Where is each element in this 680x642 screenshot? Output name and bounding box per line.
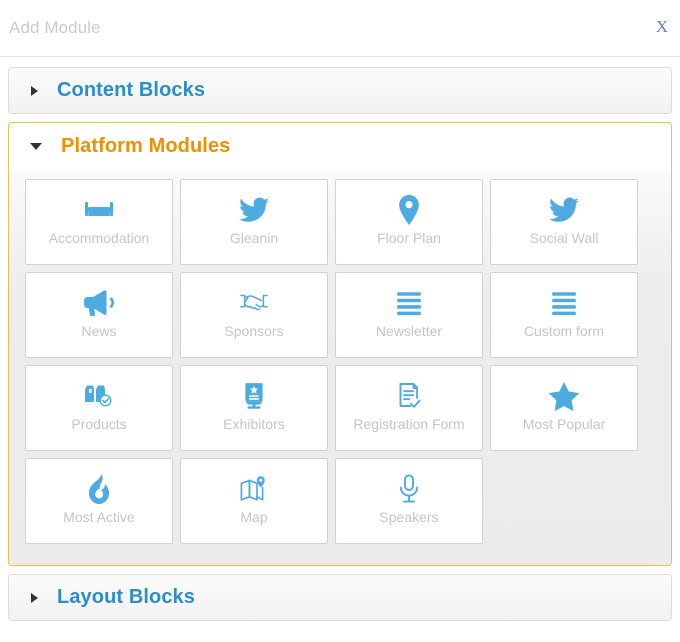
close-icon[interactable]: X [650, 15, 674, 39]
module-tile-most-active[interactable]: Most Active [25, 458, 173, 544]
module-tile-gleanin[interactable]: Gleanin [180, 179, 328, 265]
module-tile-most-popular[interactable]: Most Popular [490, 365, 638, 451]
page-title: Add Module [9, 18, 101, 37]
module-tile-exhibitors[interactable]: Exhibitors [180, 365, 328, 451]
module-tile-map[interactable]: Map [180, 458, 328, 544]
module-tile-newsletter[interactable]: Newsletter [335, 272, 483, 358]
chevron-right-icon [31, 85, 38, 96]
module-tile-label: Exhibitors [223, 416, 285, 432]
module-tile-products[interactable]: Products [25, 365, 173, 451]
map-pin-icon [397, 194, 421, 226]
microphone-icon [398, 473, 420, 505]
module-tile-label: News [81, 323, 117, 339]
chevron-down-icon [30, 142, 42, 150]
chevron-right-icon [31, 592, 38, 603]
module-tile-floor-plan[interactable]: Floor Plan [335, 179, 483, 265]
accordion-title-layout-blocks: Layout Blocks [57, 586, 195, 608]
boxes-check-icon [84, 380, 114, 412]
module-tile-label: Registration Form [353, 416, 465, 432]
star-icon [548, 380, 580, 412]
module-accordion: Content Blocks Platform Modules Accommod… [0, 57, 680, 621]
modal-header: Add Module X [0, 0, 680, 57]
module-tile-registration-form[interactable]: Registration Form [335, 365, 483, 451]
module-tile-label: Products [71, 416, 127, 432]
accordion-title-content-blocks: Content Blocks [57, 79, 206, 101]
accordion-title-platform-modules: Platform Modules [61, 134, 231, 157]
module-tile-label: Sponsors [224, 323, 284, 339]
megaphone-icon [83, 287, 115, 319]
module-tile-sponsors[interactable]: Sponsors [180, 272, 328, 358]
module-tile-label: Custom form [523, 323, 605, 339]
bed-icon [84, 194, 114, 226]
form-check-icon [396, 380, 423, 412]
flame-icon [88, 473, 110, 505]
module-grid: Accommodation Gleanin Floor Plan Social Wal… [9, 179, 671, 551]
twitter-bird-icon [239, 194, 269, 226]
accordion-panel-platform-modules: Platform Modules Accommodation Gleanin Flo… [8, 122, 672, 566]
module-tile-label: Social Wall [529, 230, 599, 246]
accordion-panel-content-blocks: Content Blocks [8, 67, 672, 114]
list-bars-icon [395, 287, 423, 319]
accordion-panel-layout-blocks: Layout Blocks [8, 574, 672, 621]
exhibitor-booth-icon [241, 380, 267, 412]
handshake-icon [239, 287, 269, 319]
module-tile-label: Accommodation [48, 230, 150, 246]
accordion-header-platform-modules[interactable]: Platform Modules [8, 122, 672, 169]
module-tile-social-wall[interactable]: Social Wall [490, 179, 638, 265]
module-tile-news[interactable]: News [25, 272, 173, 358]
module-tile-speakers[interactable]: Speakers [335, 458, 483, 544]
module-tile-label: Most Active [63, 509, 135, 525]
module-tile-accommodation[interactable]: Accommodation [25, 179, 173, 265]
accordion-body-platform-modules: Accommodation Gleanin Floor Plan Social Wal… [8, 169, 672, 566]
module-tile-label: Gleanin [229, 230, 279, 246]
accordion-header-content-blocks[interactable]: Content Blocks [8, 67, 672, 114]
module-tile-label: Newsletter [375, 323, 443, 339]
twitter-bird-icon [549, 194, 579, 226]
folded-map-icon [240, 473, 268, 505]
module-tile-label: Most Popular [522, 416, 606, 432]
module-tile-label: Floor Plan [377, 230, 441, 246]
list-bars-icon [550, 287, 578, 319]
module-tile-custom-form[interactable]: Custom form [490, 272, 638, 358]
module-tile-label: Map [240, 509, 268, 525]
accordion-header-layout-blocks[interactable]: Layout Blocks [8, 574, 672, 621]
module-tile-label: Speakers [379, 509, 439, 525]
